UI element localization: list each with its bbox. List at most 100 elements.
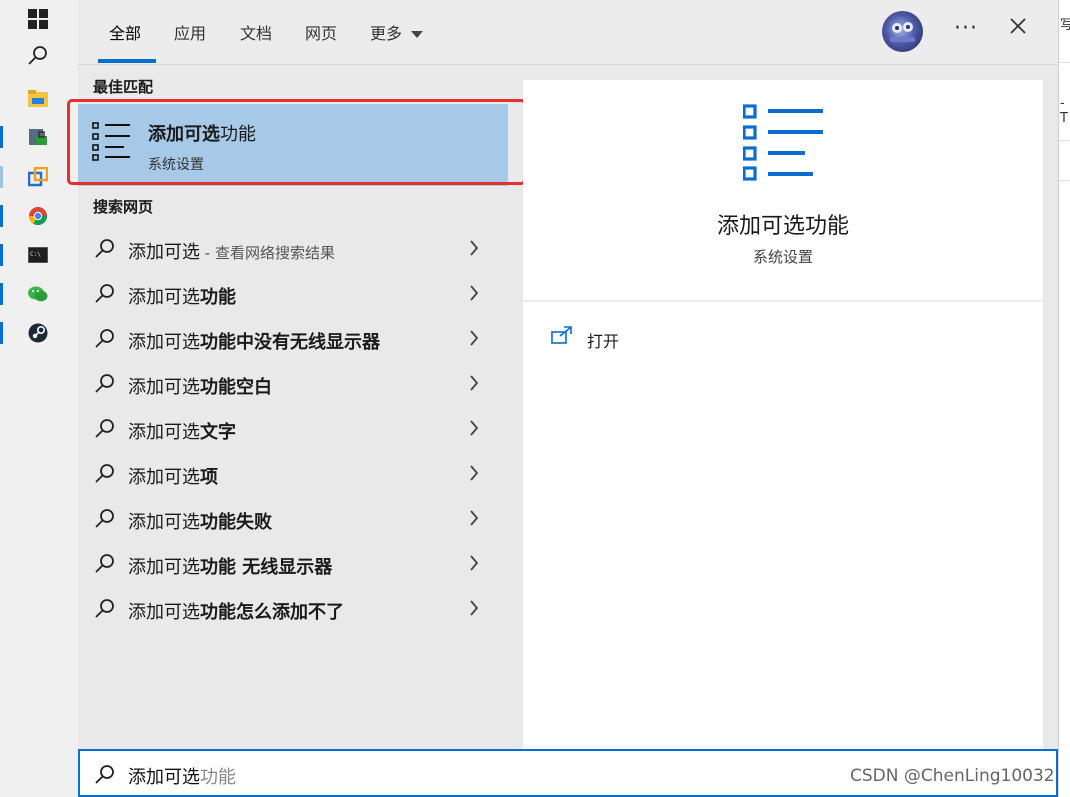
active-tab-indicator	[98, 59, 156, 63]
web-search-heading: 搜索网页	[93, 198, 154, 216]
query-bold: 功能空白	[200, 377, 272, 398]
background-text: 写	[1060, 14, 1070, 33]
search-icon	[94, 553, 116, 579]
divider	[1059, 140, 1070, 141]
web-search-item-label: 添加可选功能怎么添加不了	[128, 598, 344, 624]
open-external-icon	[551, 326, 572, 344]
chevron-right-icon[interactable]	[469, 285, 479, 305]
chevron-right-icon[interactable]	[469, 420, 479, 440]
list-settings-icon	[742, 104, 823, 186]
detail-pane: 添加可选功能 系统设置 打开	[523, 80, 1043, 749]
search-input[interactable]: 添加可选功能	[128, 763, 236, 789]
svg-text:C:\: C:\	[30, 251, 41, 258]
wechat-icon[interactable]	[27, 283, 49, 305]
chevron-right-icon[interactable]	[469, 600, 479, 620]
web-search-item-label: 添加可选功能 无线显示器	[128, 553, 332, 579]
tab-documents[interactable]: 文档	[240, 20, 272, 44]
running-indicator	[0, 166, 3, 188]
web-search-item[interactable]: 添加可选项	[78, 454, 508, 494]
query-plain: 添加可选	[128, 467, 200, 488]
user-avatar[interactable]	[882, 11, 923, 52]
red-highlight-annotation	[67, 99, 526, 185]
chevron-right-icon[interactable]	[469, 555, 479, 575]
search-autocomplete: 功能	[200, 767, 236, 788]
query-hint: - 查看网络搜索结果	[200, 244, 335, 262]
query-plain: 添加可选	[128, 242, 200, 263]
search-icon	[94, 598, 116, 624]
query-bold: 功能失败	[200, 512, 272, 533]
query-plain: 添加可选	[128, 332, 200, 353]
chevron-right-icon[interactable]	[469, 375, 479, 395]
divider	[1059, 62, 1070, 63]
web-search-item[interactable]: 添加可选功能 无线显示器	[78, 544, 508, 584]
query-plain: 添加可选	[128, 287, 200, 308]
web-search-item-label: 添加可选文字	[128, 418, 236, 444]
windows-start-icon[interactable]	[27, 8, 49, 30]
web-search-item[interactable]: 添加可选功能怎么添加不了	[78, 589, 508, 629]
web-search-item[interactable]: 添加可选功能	[78, 274, 508, 314]
web-search-item[interactable]: 添加可选功能空白	[78, 364, 508, 404]
search-icon	[94, 328, 116, 354]
web-search-item[interactable]: 添加可选功能失败	[78, 499, 508, 539]
query-plain: 添加可选	[128, 512, 200, 533]
tab-apps[interactable]: 应用	[174, 20, 206, 44]
running-indicator	[0, 322, 3, 344]
search-icon	[94, 764, 116, 790]
search-icon	[94, 283, 116, 309]
search-panel: 全部 应用 文档 网页 更多 ··· 最佳匹配 添加可选功能 系统设置 搜索网页…	[67, 0, 1058, 797]
web-search-item-label: 添加可选功能失败	[128, 508, 272, 534]
query-plain: 添加可选	[128, 377, 200, 398]
running-indicator	[0, 126, 3, 148]
chrome-icon[interactable]	[27, 205, 49, 227]
chevron-right-icon[interactable]	[469, 465, 479, 485]
background-window: 写 -T	[1058, 0, 1070, 797]
web-search-item-label: 添加可选功能空白	[128, 373, 272, 399]
open-action[interactable]: 打开	[551, 326, 619, 352]
query-bold: 项	[200, 467, 218, 488]
tab-more-label: 更多	[370, 24, 403, 43]
tab-web[interactable]: 网页	[305, 20, 337, 44]
chevron-right-icon[interactable]	[469, 240, 479, 260]
query-plain: 添加可选	[128, 557, 200, 578]
lock-app-icon[interactable]	[27, 126, 49, 148]
chevron-right-icon[interactable]	[469, 330, 479, 350]
search-typed-text: 添加可选	[128, 767, 200, 788]
terminal-icon[interactable]: C:\	[27, 244, 49, 266]
file-explorer-icon[interactable]	[27, 88, 49, 110]
steam-icon[interactable]	[27, 322, 49, 344]
search-icon[interactable]	[27, 45, 49, 67]
query-bold: 功能中没有无线显示器	[200, 332, 380, 353]
query-bold: 功能怎么添加不了	[200, 602, 344, 623]
close-icon[interactable]	[1006, 14, 1030, 38]
background-text: -T	[1060, 96, 1068, 126]
query-plain: 添加可选	[128, 602, 200, 623]
web-search-item[interactable]: 添加可选 - 查看网络搜索结果	[78, 229, 508, 269]
query-plain: 添加可选	[128, 422, 200, 443]
detail-title: 添加可选功能	[716, 214, 849, 239]
search-icon	[94, 508, 116, 534]
web-search-item-label: 添加可选功能中没有无线显示器	[128, 328, 380, 354]
tab-all[interactable]: 全部	[109, 20, 141, 44]
web-search-item-label: 添加可选项	[128, 463, 218, 489]
divider	[523, 300, 1043, 302]
web-search-item-label: 添加可选功能	[128, 283, 236, 309]
caret-down-icon	[411, 30, 424, 38]
detail-subtitle: 系统设置	[752, 248, 813, 266]
ellipsis-icon[interactable]: ···	[954, 16, 978, 41]
query-bold: 功能	[200, 287, 236, 308]
running-indicator	[0, 205, 3, 227]
query-bold: 文字	[200, 422, 236, 443]
virtualbox-icon[interactable]	[27, 166, 49, 188]
web-search-item[interactable]: 添加可选功能中没有无线显示器	[78, 319, 508, 359]
chevron-right-icon[interactable]	[469, 510, 479, 530]
search-icon	[94, 418, 116, 444]
web-search-item[interactable]: 添加可选文字	[78, 409, 508, 449]
search-icon	[94, 463, 116, 489]
open-label: 打开	[587, 332, 620, 351]
watermark: CSDN @ChenLing10032	[850, 766, 1055, 786]
query-bold: 功能 无线显示器	[200, 557, 333, 578]
best-match-heading: 最佳匹配	[93, 78, 154, 96]
web-search-item-label: 添加可选 - 查看网络搜索结果	[128, 238, 335, 264]
search-icon	[94, 238, 116, 264]
tab-more[interactable]: 更多	[370, 20, 424, 44]
